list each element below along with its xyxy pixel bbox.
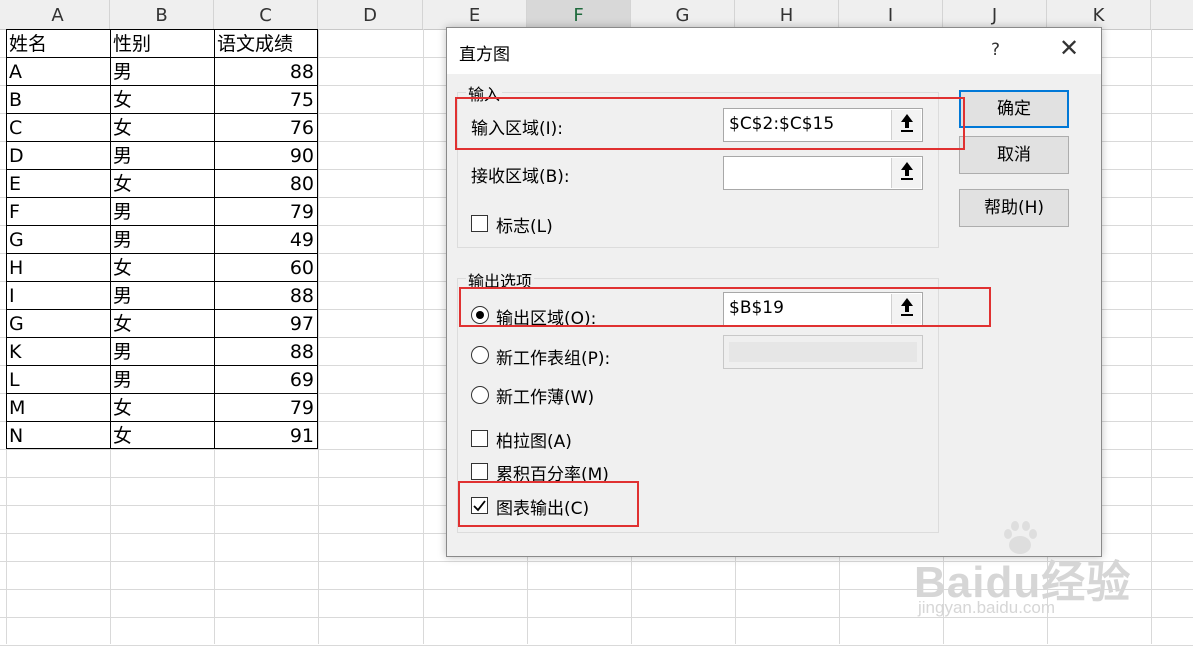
column-header-bar: A B C D E F G H I J K — [0, 0, 1193, 30]
table-cell[interactable]: L — [6, 365, 110, 393]
output-group-label: 输出选项 — [466, 268, 535, 292]
table-cell[interactable]: 88 — [214, 281, 318, 309]
help-button[interactable]: 帮助(H) — [959, 189, 1069, 227]
table-cell[interactable]: 男 — [110, 337, 214, 365]
table-cell[interactable]: F — [6, 197, 110, 225]
table-cell[interactable]: 男 — [110, 365, 214, 393]
table-cell[interactable]: A — [6, 57, 110, 85]
output-range-field[interactable]: $B$19 — [723, 292, 923, 326]
column-header-d[interactable]: D — [318, 0, 423, 29]
table-cell[interactable]: C — [6, 113, 110, 141]
new-workbook-radio[interactable] — [471, 386, 489, 404]
pareto-label: 柏拉图(A) — [496, 432, 572, 452]
table-cell[interactable]: 女 — [110, 309, 214, 337]
table-cell[interactable]: 女 — [110, 253, 214, 281]
table-header-cell[interactable]: 语文成绩 — [214, 29, 318, 57]
table-cell[interactable]: G — [6, 309, 110, 337]
column-header-c[interactable]: C — [214, 0, 318, 29]
labels-checkbox[interactable] — [471, 215, 488, 232]
dialog-title: 直方图 — [459, 45, 510, 65]
new-workbook-label: 新工作薄(W) — [496, 388, 595, 408]
input-range-field[interactable]: $C$2:$C$15 — [723, 108, 923, 142]
table-cell[interactable]: 女 — [110, 421, 214, 449]
table-cell[interactable]: 69 — [214, 365, 318, 393]
dialog-title-bar: 直方图 ? ✕ — [447, 28, 1101, 74]
cancel-button[interactable]: 取消 — [959, 136, 1069, 174]
column-header-g[interactable]: G — [631, 0, 735, 29]
check-icon — [473, 500, 486, 512]
table-cell[interactable]: H — [6, 253, 110, 281]
table-header-cell[interactable]: 性别 — [110, 29, 214, 57]
table-cell[interactable]: N — [6, 421, 110, 449]
table-cell[interactable]: 女 — [110, 393, 214, 421]
ok-button[interactable]: 确定 — [959, 90, 1069, 128]
table-cell[interactable]: 男 — [110, 57, 214, 85]
column-header-f[interactable]: F — [527, 0, 631, 29]
table-cell[interactable]: 49 — [214, 225, 318, 253]
range-select-icon — [900, 114, 913, 132]
table-cell[interactable]: G — [6, 225, 110, 253]
table-cell[interactable]: 女 — [110, 85, 214, 113]
bin-range-field[interactable] — [723, 156, 923, 190]
table-cell[interactable]: I — [6, 281, 110, 309]
cumulative-percentage-checkbox[interactable] — [471, 463, 488, 480]
output-range-radio[interactable] — [471, 306, 489, 324]
new-sheet-radio[interactable] — [471, 346, 489, 364]
table-cell[interactable]: 90 — [214, 141, 318, 169]
bin-range-label: 接收区域(B): — [471, 167, 570, 187]
help-icon[interactable]: ? — [991, 40, 1000, 60]
table-header-cell[interactable]: 姓名 — [6, 29, 110, 57]
close-icon[interactable]: ✕ — [1055, 34, 1083, 62]
table-cell[interactable]: 75 — [214, 85, 318, 113]
column-header-k[interactable]: K — [1047, 0, 1151, 29]
table-cell[interactable]: 男 — [110, 281, 214, 309]
chart-output-checkbox[interactable] — [471, 497, 488, 514]
table-cell[interactable]: D — [6, 141, 110, 169]
labels-checkbox-label: 标志(L) — [496, 217, 553, 237]
table-cell[interactable]: 女 — [110, 169, 214, 197]
collapse-dialog-button[interactable] — [891, 294, 921, 324]
table-cell[interactable]: E — [6, 169, 110, 197]
new-sheet-label: 新工作表组(P): — [496, 349, 611, 369]
table-cell[interactable]: M — [6, 393, 110, 421]
cumulative-percentage-label: 累积百分率(M) — [496, 465, 609, 485]
column-header-e[interactable]: E — [423, 0, 527, 29]
table-cell[interactable]: 91 — [214, 421, 318, 449]
pareto-checkbox[interactable] — [471, 430, 488, 447]
table-cell[interactable]: 79 — [214, 197, 318, 225]
table-cell[interactable]: 60 — [214, 253, 318, 281]
table-cell[interactable]: 88 — [214, 57, 318, 85]
table-cell[interactable]: 男 — [110, 141, 214, 169]
column-header-a[interactable]: A — [6, 0, 110, 29]
table-cell[interactable]: 80 — [214, 169, 318, 197]
table-cell[interactable]: 88 — [214, 337, 318, 365]
table-cell[interactable]: 女 — [110, 113, 214, 141]
watermark-url: jingyan.baidu.com — [918, 598, 1056, 617]
table-cell[interactable]: 男 — [110, 197, 214, 225]
collapse-dialog-button[interactable] — [891, 158, 921, 188]
output-range-label: 输出区域(O): — [496, 309, 597, 329]
histogram-dialog: 直方图 ? ✕ 输入 输入区域(I): $C$2:$C$15 接收区域(B): … — [446, 27, 1102, 557]
table-cell[interactable]: 79 — [214, 393, 318, 421]
table-cell[interactable]: 97 — [214, 309, 318, 337]
table-cell[interactable]: 男 — [110, 225, 214, 253]
range-select-icon — [900, 162, 913, 180]
collapse-dialog-button[interactable] — [891, 110, 921, 140]
column-header-j[interactable]: J — [943, 0, 1047, 29]
column-header-h[interactable]: H — [735, 0, 839, 29]
input-range-label: 输入区域(I): — [471, 119, 564, 139]
column-header-i[interactable]: I — [839, 0, 943, 29]
table-cell[interactable]: B — [6, 85, 110, 113]
chart-output-label: 图表输出(C) — [496, 499, 590, 519]
column-header-b[interactable]: B — [110, 0, 214, 29]
table-cell[interactable]: 76 — [214, 113, 318, 141]
table-cell[interactable]: K — [6, 337, 110, 365]
new-sheet-name-field[interactable] — [723, 335, 923, 369]
range-select-icon — [900, 298, 913, 316]
input-group-label: 输入 — [466, 81, 503, 105]
